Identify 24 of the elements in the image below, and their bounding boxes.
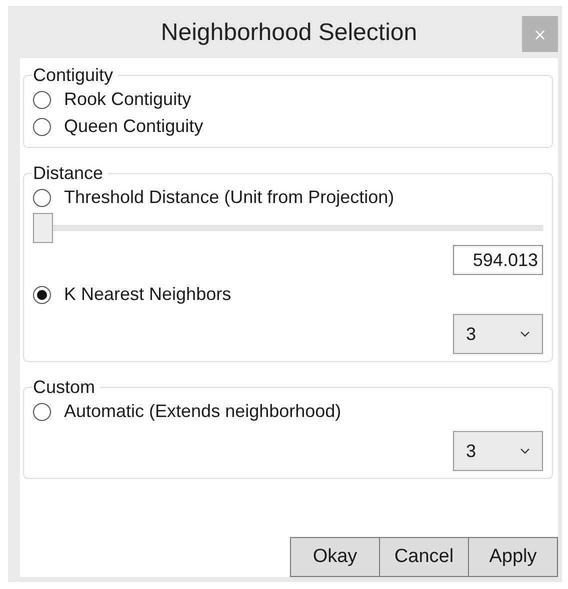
group-title: Distance — [32, 162, 104, 184]
dialog-button[interactable]: Okay — [290, 537, 380, 577]
radio-button[interactable] — [33, 118, 51, 136]
dialog-button[interactable]: Cancel — [379, 537, 469, 577]
dropdown-field[interactable]: 3 — [453, 314, 543, 354]
slider-thumb[interactable] — [33, 213, 53, 243]
radio-button[interactable] — [33, 286, 51, 304]
chevron-down-icon — [520, 331, 530, 337]
radio-label[interactable]: Queen Contiguity — [64, 116, 204, 137]
radio-button[interactable] — [33, 402, 51, 420]
group-title: Contiguity — [32, 64, 114, 86]
number-field[interactable]: 594.013 — [453, 245, 543, 275]
dropdown-field[interactable]: 3 — [453, 431, 543, 471]
radio-label[interactable]: Automatic (Extends neighborhood) — [64, 401, 342, 422]
slider[interactable] — [33, 213, 543, 243]
radio-button[interactable] — [33, 90, 51, 108]
window-title: Neighborhood Selection — [160, 19, 418, 47]
radio-label[interactable]: Rook Contiguity — [64, 89, 192, 110]
radio-label[interactable]: K Nearest Neighbors — [64, 284, 232, 305]
radio-label[interactable]: Threshold Distance (Unit from Projection) — [64, 187, 394, 208]
group-title: Custom — [32, 376, 96, 398]
dialog-button[interactable]: Apply — [468, 537, 558, 577]
chevron-down-icon — [520, 448, 530, 454]
radio-button[interactable] — [33, 188, 51, 206]
